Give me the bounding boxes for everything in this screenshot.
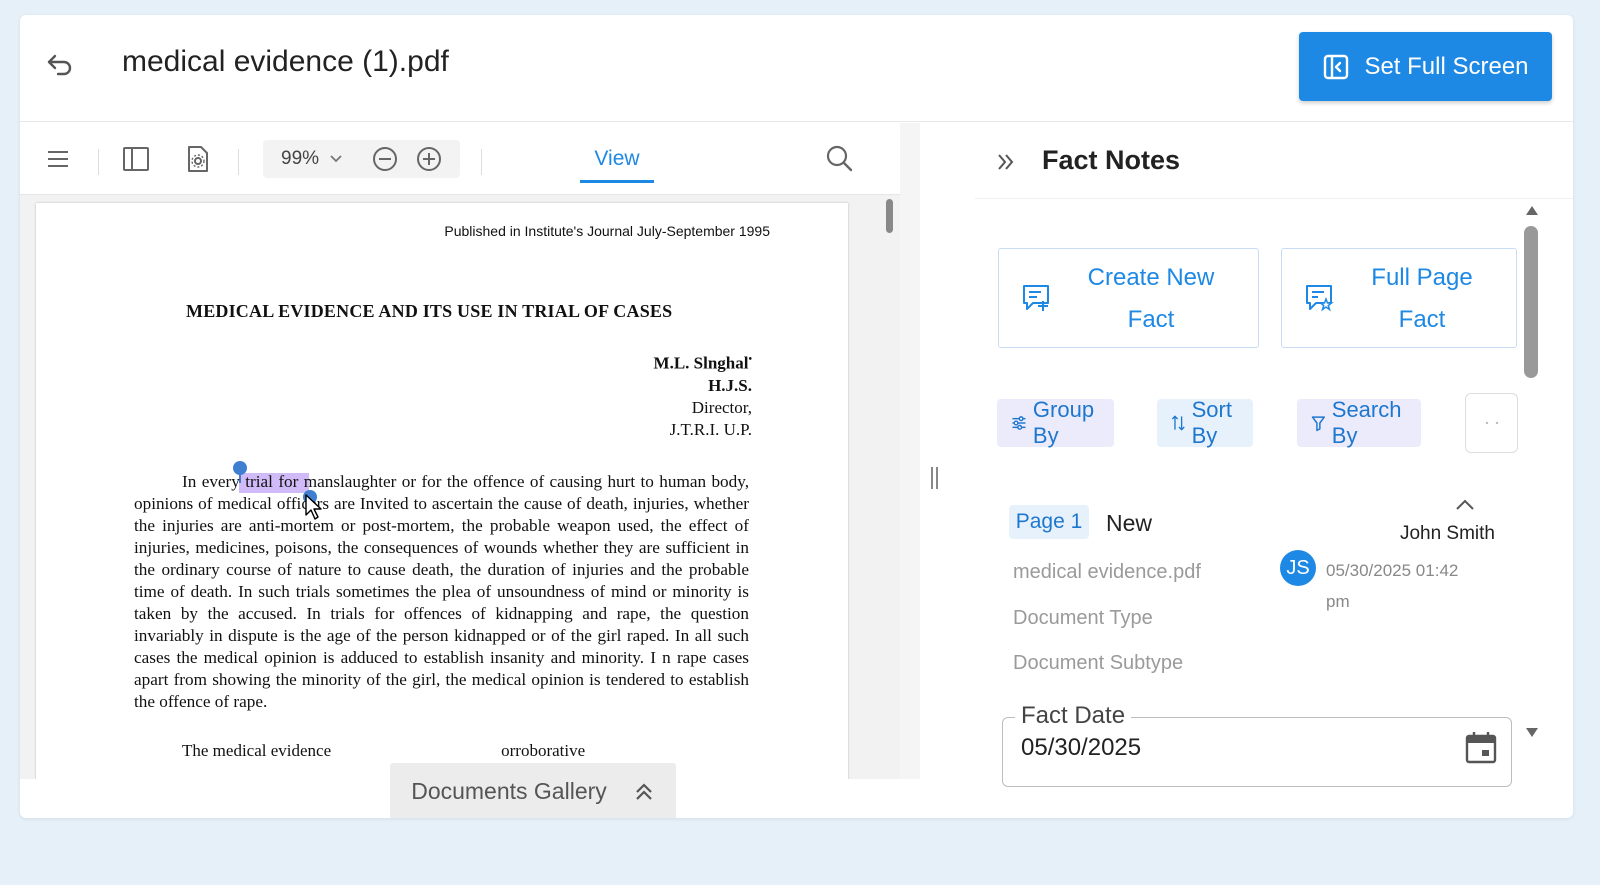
calendar-icon[interactable] — [1465, 730, 1497, 764]
mouse-cursor-icon — [305, 494, 322, 520]
comment-star-icon — [1306, 285, 1334, 312]
sidebar-panel-icon — [123, 147, 149, 171]
panel-scrollbar[interactable] — [1524, 226, 1538, 378]
zoom-out-icon — [373, 147, 397, 171]
undo-arrow-icon — [47, 54, 72, 76]
document-subtype-label: Document Subtype — [1013, 652, 1184, 674]
scroll-down-arrow-icon[interactable] — [1525, 727, 1539, 739]
set-full-screen-label: Set Full Screen — [1364, 52, 1529, 80]
zoom-out-button[interactable] — [367, 141, 403, 177]
app-window: medical evidence (1).pdf Set Full Screen — [20, 15, 1573, 818]
toolbar-divider — [481, 149, 482, 175]
sort-by-button[interactable]: Sort By — [1157, 397, 1254, 448]
search-icon — [826, 145, 853, 172]
timestamp-period: pm — [1326, 592, 1350, 611]
author-block: M.L. Slnghal• H.J.S. Director, J.T.R.I. … — [654, 349, 752, 441]
zoom-select[interactable]: 99% — [269, 142, 363, 176]
back-button[interactable] — [42, 47, 78, 83]
menu-button[interactable] — [40, 141, 76, 177]
create-fact-label-line2: Fact — [1127, 306, 1175, 333]
more-dots-icon — [1485, 421, 1498, 425]
author-footnote-mark: • — [748, 354, 752, 365]
zoom-in-button[interactable] — [411, 141, 447, 177]
document-title: medical evidence (1).pdf — [122, 45, 449, 78]
fact-status: New — [1106, 510, 1153, 536]
fullscreen-panel-icon — [1324, 54, 1349, 79]
author-institute: J.T.R.I. U.P. — [669, 419, 752, 439]
viewer-toolbar: 99% View — [20, 123, 900, 195]
fact-date-field[interactable]: Fact Date 05/30/2025 — [1002, 702, 1512, 787]
document-settings-button[interactable] — [180, 141, 216, 177]
document-gear-icon — [188, 146, 208, 172]
document-type-label: Document Type — [1013, 607, 1153, 629]
search-button[interactable] — [821, 140, 857, 176]
page-badge[interactable]: Page 1 — [1009, 505, 1089, 539]
group-by-label: Group By — [1032, 397, 1095, 448]
header-bar: medical evidence (1).pdf Set Full Screen — [20, 15, 1573, 122]
page-scroll-area[interactable]: Published in Institute's Journal July-Se… — [20, 195, 900, 779]
create-fact-label-line1: Create New — [1087, 264, 1215, 291]
tab-view[interactable]: View — [580, 139, 654, 183]
source-file-name: medical evidence.pdf — [1013, 561, 1201, 583]
pane-resize-handle[interactable] — [931, 467, 939, 491]
sort-by-label: Sort By — [1191, 397, 1232, 448]
more-options-button[interactable] — [1465, 393, 1518, 453]
hamburger-icon — [48, 151, 68, 167]
zoom-in-icon — [417, 147, 441, 171]
double-chevron-right-icon — [998, 154, 1014, 170]
double-chevron-up-icon — [636, 782, 652, 800]
pdf-viewer: 99% View Published in Institute's Journa… — [20, 123, 920, 779]
filter-funnel-icon — [1311, 416, 1326, 432]
full-page-fact-button[interactable]: Full Page Fact — [1281, 248, 1517, 348]
publication-line: Published in Institute's Journal July-Se… — [444, 223, 770, 239]
panel-title: Fact Notes — [1042, 145, 1181, 175]
zoom-value: 99% — [281, 148, 320, 169]
timestamp-date: 05/30/2025 01:42 — [1326, 561, 1459, 580]
documents-gallery-tab[interactable]: Documents Gallery — [390, 763, 676, 818]
scroll-up-arrow-icon[interactable] — [1525, 204, 1539, 216]
sliders-icon — [1012, 416, 1026, 430]
toolbar-divider — [238, 149, 239, 175]
comment-add-icon — [1023, 285, 1049, 311]
chevron-down-icon — [330, 155, 342, 163]
body-paragraph: In every trial for manslaughter or for t… — [134, 472, 749, 711]
fact-card[interactable]: Page 1 New John Smith JS 05/30/2025 01:4… — [995, 493, 1525, 787]
full-page-fact-label-line1: Full Page — [1371, 264, 1473, 291]
set-full-screen-button[interactable]: Set Full Screen — [1299, 32, 1552, 101]
paper-title: MEDICAL EVIDENCE AND ITS USE IN TRIAL OF… — [186, 301, 673, 321]
body-next-line: The medical evidence orroborative — [182, 741, 586, 760]
pdf-page: Published in Institute's Journal July-Se… — [36, 203, 848, 779]
author-role: Director, — [691, 397, 752, 417]
documents-gallery-label: Documents Gallery — [411, 778, 607, 804]
sidebar-toggle-button[interactable] — [118, 141, 154, 177]
chevron-up-icon[interactable] — [1453, 493, 1477, 517]
sort-arrows-icon — [1171, 415, 1185, 431]
author-degree: H.J.S. — [708, 375, 752, 395]
panel-header: Fact Notes — [975, 123, 1573, 199]
search-by-label: Search By — [1331, 397, 1402, 448]
group-by-button[interactable]: Group By — [997, 397, 1115, 448]
collapse-panel-button[interactable] — [989, 145, 1023, 179]
fact-timestamp: 05/30/2025 01:42 pm — [1326, 555, 1511, 617]
full-page-fact-label-line2: Fact — [1398, 306, 1446, 333]
search-by-button[interactable]: Search By — [1297, 397, 1421, 448]
user-name: John Smith — [1399, 523, 1495, 544]
fact-notes-panel: Fact Notes Create New Fact Full Page Fac… — [975, 123, 1573, 787]
fact-date-value: 05/30/2025 — [1021, 734, 1142, 761]
viewer-scrollbar[interactable] — [886, 199, 893, 233]
toolbar-divider — [98, 149, 99, 175]
zoom-controls: 99% — [263, 140, 460, 178]
create-new-fact-button[interactable]: Create New Fact — [998, 248, 1259, 348]
avatar: JS — [1280, 550, 1316, 586]
fact-date-label: Fact Date — [1015, 702, 1132, 730]
author-name: M.L. Slnghal — [653, 353, 749, 373]
